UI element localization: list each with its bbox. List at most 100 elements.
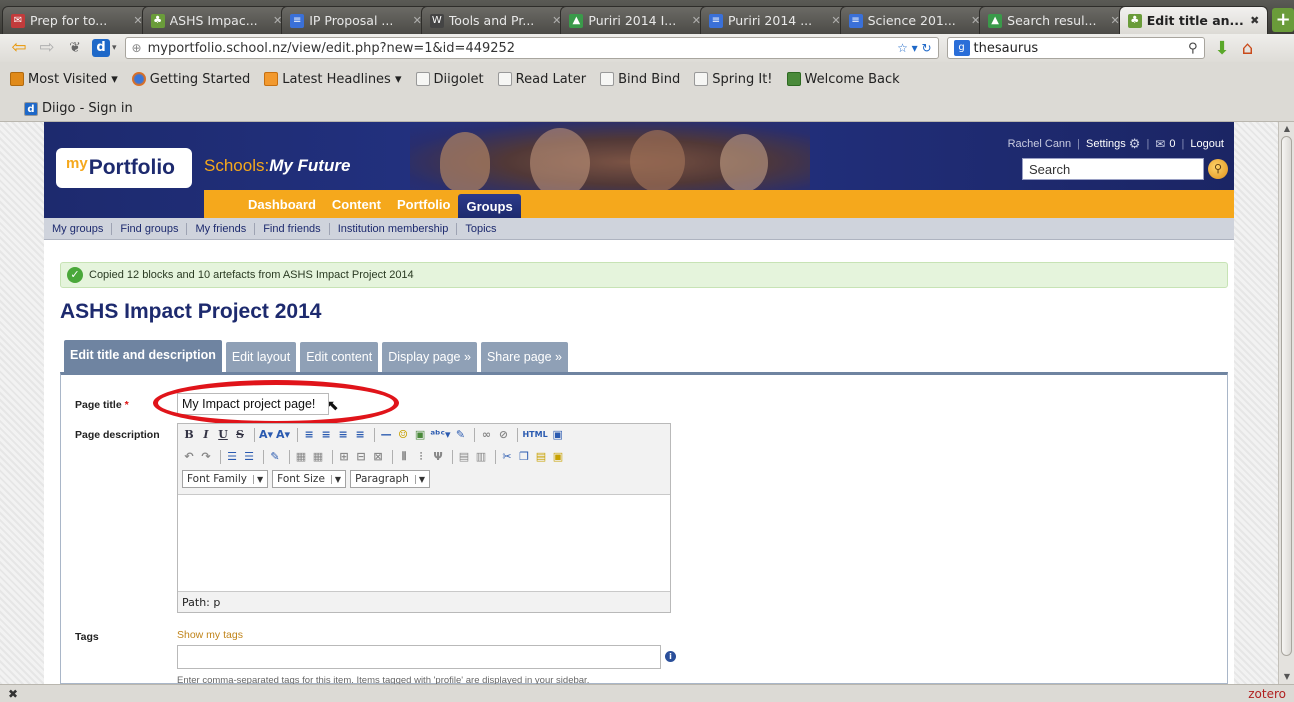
delete-row-icon[interactable]: ⊟ <box>354 449 368 465</box>
tab-edit-layout[interactable]: Edit layout <box>225 342 297 372</box>
home-icon[interactable]: ⌂ <box>1242 38 1253 59</box>
edit-table-icon[interactable]: ✎ <box>268 449 282 465</box>
url-bar[interactable]: ⊕ myportfolio.school.nz/view/edit.php?ne… <box>124 37 939 59</box>
bookmark-read-later[interactable]: Read Later <box>497 72 586 87</box>
browser-tab[interactable]: ✉ Prep for to... ✕ <box>2 6 152 34</box>
bullet-list-icon[interactable]: ☰ <box>225 449 239 465</box>
subnav-my-groups[interactable]: My groups <box>44 222 113 235</box>
table-icon[interactable]: ▦ <box>294 449 308 465</box>
browser-tab[interactable]: ♣ ASHS Impac... ✕ <box>141 6 292 34</box>
scroll-down-icon[interactable]: ▼ <box>1282 672 1292 682</box>
link-icon[interactable]: ∞ <box>479 427 493 443</box>
bookmark-welcome-back[interactable]: Welcome Back <box>786 72 900 87</box>
vertical-scrollbar[interactable]: ▲ ▼ <box>1278 122 1294 684</box>
settings-link[interactable]: Settings <box>1086 138 1126 150</box>
dropdown-icon[interactable]: ▾ <box>112 43 117 53</box>
nav-groups[interactable]: Groups <box>458 194 521 218</box>
column-icon[interactable]: ⫴ <box>397 449 411 465</box>
font-size-select[interactable]: Font Size ▼ <box>272 470 347 488</box>
browser-tab[interactable]: W Tools and Pr... ✕ <box>420 6 571 34</box>
search-icon[interactable]: ⚲ <box>1208 159 1228 179</box>
background-color-icon[interactable]: A▾ <box>276 427 290 443</box>
google-icon[interactable]: g <box>953 40 970 56</box>
redo-icon[interactable]: ↷ <box>199 449 213 465</box>
myportfolio-logo[interactable]: my Portfolio <box>56 148 192 188</box>
cell-icon[interactable]: Ψ <box>431 449 445 465</box>
new-tab-button[interactable]: + <box>1272 8 1294 32</box>
info-icon[interactable]: i <box>665 651 676 662</box>
browser-tab[interactable]: ▲ Search resul... ✕ <box>979 6 1129 34</box>
browser-search-bar[interactable]: g thesaurus ⚲ <box>946 37 1205 59</box>
description-edit-area[interactable] <box>178 494 670 592</box>
copy-icon[interactable]: ❐ <box>517 449 531 465</box>
underline-icon[interactable]: U <box>216 427 230 443</box>
show-my-tags-link[interactable]: Show my tags <box>177 629 243 641</box>
extension-icon[interactable]: ❦ <box>64 37 86 59</box>
forward-button[interactable]: ⇨ <box>36 37 58 59</box>
paste-word-icon[interactable]: ▣ <box>551 449 565 465</box>
paragraph-select[interactable]: Paragraph ▼ <box>350 470 431 488</box>
tab-edit-title[interactable]: Edit title and description <box>64 340 222 372</box>
fullscreen-icon[interactable]: ▣ <box>551 427 565 443</box>
row-props-icon[interactable]: ▤ <box>457 449 471 465</box>
html-icon[interactable]: HTML <box>522 427 547 443</box>
subnav-topics[interactable]: Topics <box>457 223 504 235</box>
site-search-input[interactable]: Search <box>1022 158 1204 180</box>
image-icon[interactable]: ▣ <box>413 427 427 443</box>
browser-tab[interactable]: ≡ Science 201... ✕ <box>839 6 990 34</box>
subnav-find-groups[interactable]: Find groups <box>112 222 188 235</box>
search-icon[interactable]: ⚲ <box>1188 41 1198 56</box>
close-addon-bar-icon[interactable]: ✖ <box>8 687 18 701</box>
insert-row-icon[interactable]: ⊞ <box>337 449 351 465</box>
subnav-institution-membership[interactable]: Institution membership <box>330 222 458 235</box>
align-center-icon[interactable]: ≡ <box>319 427 333 443</box>
paste-icon[interactable]: ▤ <box>534 449 548 465</box>
browser-tab-active[interactable]: ♣ Edit title an... ✖ <box>1118 6 1269 34</box>
browser-tab[interactable]: ≡ IP Proposal ... ✕ <box>281 6 431 34</box>
bookmark-bind-bind[interactable]: Bind Bind <box>600 72 680 87</box>
tab-edit-content[interactable]: Edit content <box>300 342 379 372</box>
nav-portfolio[interactable]: Portfolio <box>389 197 458 218</box>
split-icon[interactable]: ⫶ <box>414 449 428 465</box>
back-button[interactable]: ⇦ <box>8 37 30 59</box>
zotero-button[interactable]: zotero <box>1248 687 1286 701</box>
emoticon-icon[interactable]: ☺ <box>396 427 410 443</box>
scrollbar-thumb[interactable] <box>1281 136 1292 656</box>
text-color-icon[interactable]: A▾ <box>259 427 273 443</box>
reload-icon[interactable]: ☆ ▾ ↻ <box>897 41 931 55</box>
italic-icon[interactable]: I <box>199 427 213 443</box>
nav-content[interactable]: Content <box>324 197 389 218</box>
browser-tab[interactable]: ≡ Puriri 2014 ... ✕ <box>699 6 850 34</box>
scroll-up-icon[interactable]: ▲ <box>1282 124 1292 134</box>
tags-input[interactable] <box>177 645 661 669</box>
tab-display-page[interactable]: Display page » <box>382 342 477 372</box>
bookmark-most-visited[interactable]: Most Visited ▾ <box>10 72 118 87</box>
horizontal-rule-icon[interactable]: — <box>379 427 393 443</box>
logout-link[interactable]: Logout <box>1190 138 1224 150</box>
diigo-icon[interactable]: d <box>92 39 110 57</box>
nav-dashboard[interactable]: Dashboard <box>204 197 324 218</box>
cut-icon[interactable]: ✂ <box>500 449 514 465</box>
strikethrough-icon[interactable]: S <box>233 427 247 443</box>
gear-icon[interactable]: ⚙ <box>1129 136 1141 152</box>
subnav-my-friends[interactable]: My friends <box>187 222 256 235</box>
table-props-icon[interactable]: ▦ <box>311 449 325 465</box>
close-icon[interactable]: ✖ <box>1250 14 1259 27</box>
clean-up-icon[interactable]: ✎ <box>453 427 467 443</box>
download-icon[interactable]: ⬇ <box>1215 38 1230 59</box>
mail-icon[interactable]: ✉ <box>1155 137 1165 151</box>
bookmark-getting-started[interactable]: Getting Started <box>131 72 250 87</box>
bookmark-diigo-sign-in[interactable]: d Diigo - Sign in <box>24 101 133 116</box>
align-left-icon[interactable]: ≡ <box>302 427 316 443</box>
browser-tab[interactable]: ▲ Puriri 2014 I... ✕ <box>560 6 710 34</box>
col-props-icon[interactable]: ▥ <box>474 449 488 465</box>
tab-share-page[interactable]: Share page » <box>480 342 568 372</box>
numbered-list-icon[interactable]: ☰ <box>242 449 256 465</box>
subnav-find-friends[interactable]: Find friends <box>255 222 330 235</box>
undo-icon[interactable]: ↶ <box>182 449 196 465</box>
font-family-select[interactable]: Font Family ▼ <box>182 470 269 488</box>
justify-icon[interactable]: ≡ <box>353 427 367 443</box>
align-right-icon[interactable]: ≡ <box>336 427 350 443</box>
bold-icon[interactable]: B <box>182 427 196 443</box>
merge-icon[interactable]: ⊠ <box>371 449 385 465</box>
